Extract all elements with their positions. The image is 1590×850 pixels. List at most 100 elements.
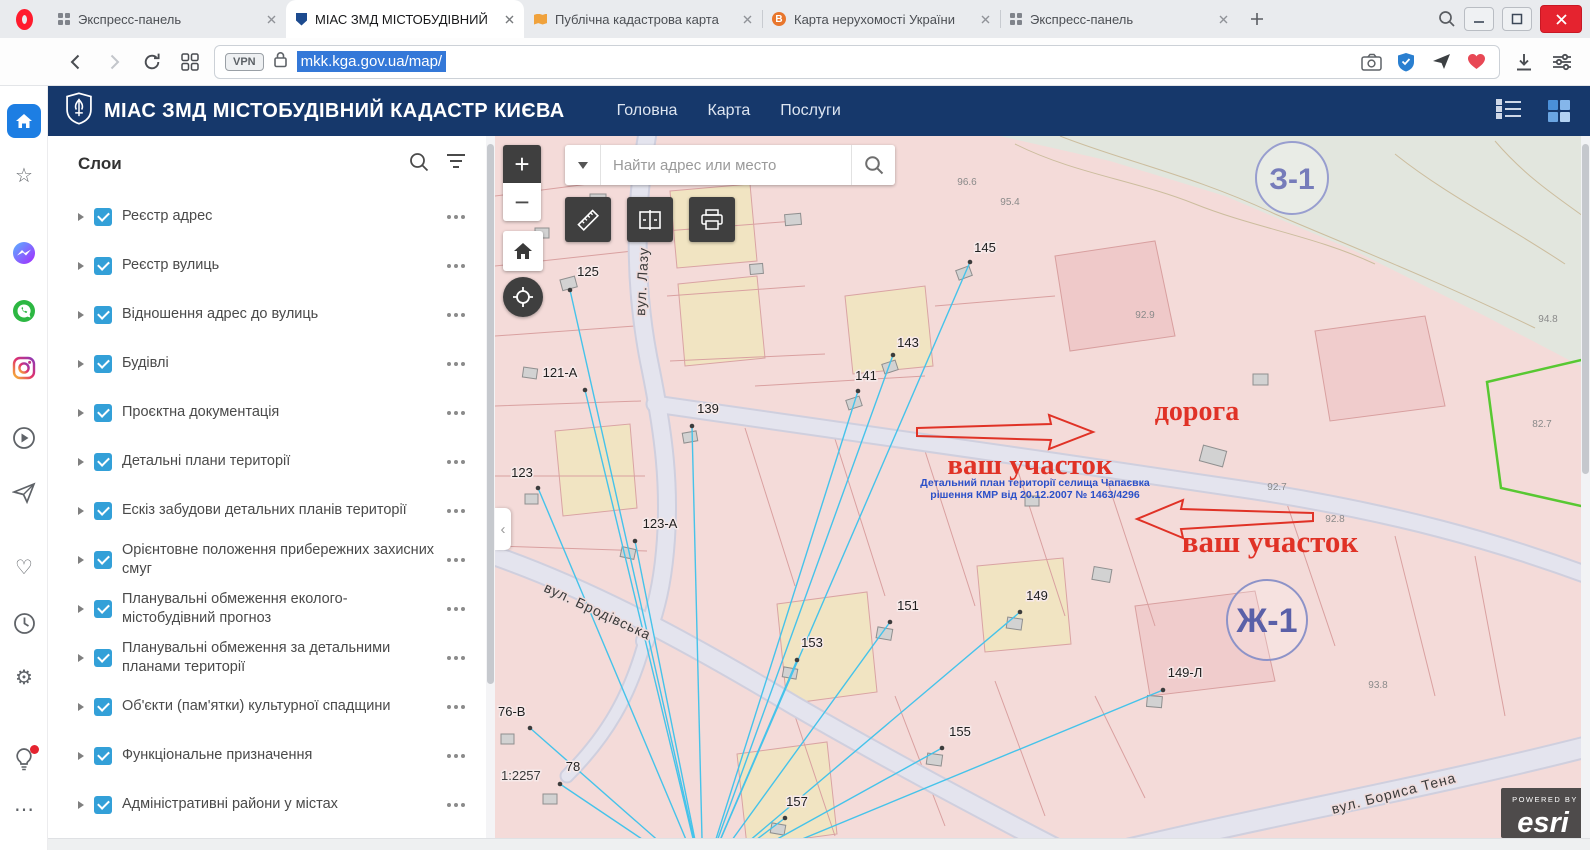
layer-row[interactable]: Ескіз забудови детальних планів територі… [48,486,495,535]
url-text-selected[interactable]: mkk.kga.gov.ua/map/ [297,51,446,72]
vertical-scrollbar[interactable] [1581,136,1590,838]
expand-caret-icon[interactable] [78,409,84,417]
layer-row[interactable]: Відношення адрес до вулиць [48,290,495,339]
expand-caret-icon[interactable] [78,360,84,368]
layers-search-icon[interactable] [409,152,429,177]
history-button[interactable] [0,612,48,635]
layer-checkbox[interactable] [94,257,112,275]
layer-row[interactable]: Проєктна документація [48,388,495,437]
layer-checkbox[interactable] [94,796,112,814]
zoom-out-button[interactable]: − [503,183,541,221]
layer-checkbox[interactable] [94,747,112,765]
settings-button[interactable]: ⚙ [0,668,48,688]
layer-checkbox[interactable] [94,453,112,471]
back-button[interactable] [62,48,90,76]
expand-caret-icon[interactable] [78,752,84,760]
tab-close-icon[interactable] [743,12,752,27]
map-search-button[interactable] [851,145,895,185]
my-flow-button[interactable] [0,482,48,504]
instagram-button[interactable] [0,356,48,380]
layer-checkbox[interactable] [94,698,112,716]
layer-options-button[interactable] [447,558,473,562]
layer-checkbox[interactable] [94,551,112,569]
snapshot-camera-icon[interactable] [1358,49,1384,75]
expand-caret-icon[interactable] [78,605,84,613]
swipe-tool-button[interactable] [627,197,673,242]
zoom-in-button[interactable]: + [503,145,541,183]
layer-checkbox[interactable] [94,502,112,520]
nav-services-link[interactable]: Послуги [780,102,841,120]
layer-checkbox[interactable] [94,649,112,667]
layer-checkbox[interactable] [94,404,112,422]
layer-checkbox[interactable] [94,600,112,618]
panel-scrollbar[interactable] [486,136,495,850]
tab-close-icon[interactable] [505,12,514,27]
legend-list-icon[interactable] [1496,98,1522,125]
tab-search-icon[interactable] [1430,10,1464,28]
print-button[interactable] [689,197,735,242]
tab-close-icon[interactable] [1219,12,1228,27]
nav-home-link[interactable]: Головна [617,102,678,120]
layer-options-button[interactable] [447,656,473,660]
tab-close-icon[interactable] [267,12,276,27]
expand-caret-icon[interactable] [78,311,84,319]
lock-icon[interactable] [273,51,288,73]
url-field[interactable]: VPN mkk.kga.gov.ua/map/ [214,45,1500,79]
expand-caret-icon[interactable] [78,507,84,515]
expand-caret-icon[interactable] [78,654,84,662]
downloads-icon[interactable] [1510,48,1538,76]
expand-caret-icon[interactable] [78,703,84,711]
forward-button[interactable] [100,48,128,76]
tab-realty-map[interactable]: B Карта нерухомості України [762,0,1000,38]
layer-options-button[interactable] [447,705,473,709]
layer-options-button[interactable] [447,754,473,758]
locate-button[interactable] [503,277,543,317]
layer-checkbox[interactable] [94,208,112,226]
layer-checkbox[interactable] [94,306,112,324]
layer-row[interactable]: Реєстр вулиць [48,241,495,290]
map-canvas[interactable]: З-1 Ж-1 вул. Лазу вул. Бродівська вул. Б… [495,136,1590,850]
layer-options-button[interactable] [447,411,473,415]
layer-options-button[interactable] [447,215,473,219]
layer-row[interactable]: Адміністративні райони у містах [48,780,495,829]
player-button[interactable] [0,426,48,450]
horizontal-scrollbar[interactable] [48,838,1590,850]
tab-cadastral-map[interactable]: Публічна кадастрова карта [524,0,762,38]
layer-row[interactable]: Об'єкти (пам'ятки) культурної спадщини [48,682,495,731]
layer-row[interactable]: Планувальні обмеження за детальними план… [48,633,495,682]
messenger-button[interactable] [0,241,48,265]
close-button[interactable] [1540,5,1582,33]
tab-speed-dial-1[interactable]: Экспресс-панель [48,0,286,38]
home-extent-button[interactable] [503,231,543,271]
expand-caret-icon[interactable] [78,213,84,221]
tab-speed-dial-2[interactable]: Экспресс-панель [1000,0,1238,38]
expand-caret-icon[interactable] [78,262,84,270]
minimize-button[interactable] [1464,7,1494,31]
vertical-scrollbar-thumb[interactable] [1582,144,1589,474]
favorites-button[interactable]: ♡ [0,558,48,578]
whatsapp-button[interactable] [0,299,48,323]
layer-row[interactable]: Детальні плани території [48,437,495,486]
layer-row[interactable]: Будівлі [48,339,495,388]
layer-row[interactable]: Реєстр адрес [48,192,495,241]
new-tab-button[interactable] [1242,4,1272,34]
map-search-input[interactable] [601,145,851,185]
layers-filter-icon[interactable] [445,153,467,176]
measure-tool-button[interactable] [565,197,611,242]
layer-options-button[interactable] [447,509,473,513]
nav-map-link[interactable]: Карта [707,102,750,120]
layer-row[interactable]: Планувальні обмеження еколого-містобудів… [48,584,495,633]
layer-options-button[interactable] [447,264,473,268]
tab-mkk-active[interactable]: МІАС ЗМД МІСТОБУДІВНИЙ [286,0,524,38]
apps-grid-icon[interactable] [1548,100,1570,122]
reload-button[interactable] [138,48,166,76]
tab-close-icon[interactable] [981,12,990,27]
layer-row[interactable]: Орієнтовне положення прибережних захисни… [48,535,495,584]
bookmarks-star-button[interactable]: ☆ [0,166,48,186]
panel-collapse-handle[interactable]: ‹ [495,508,511,550]
send-to-device-icon[interactable] [1428,49,1454,75]
shield-badge-icon[interactable] [1393,49,1419,75]
panel-scrollbar-thumb[interactable] [487,144,494,684]
settings-sliders-icon[interactable] [1548,48,1576,76]
expand-caret-icon[interactable] [78,556,84,564]
